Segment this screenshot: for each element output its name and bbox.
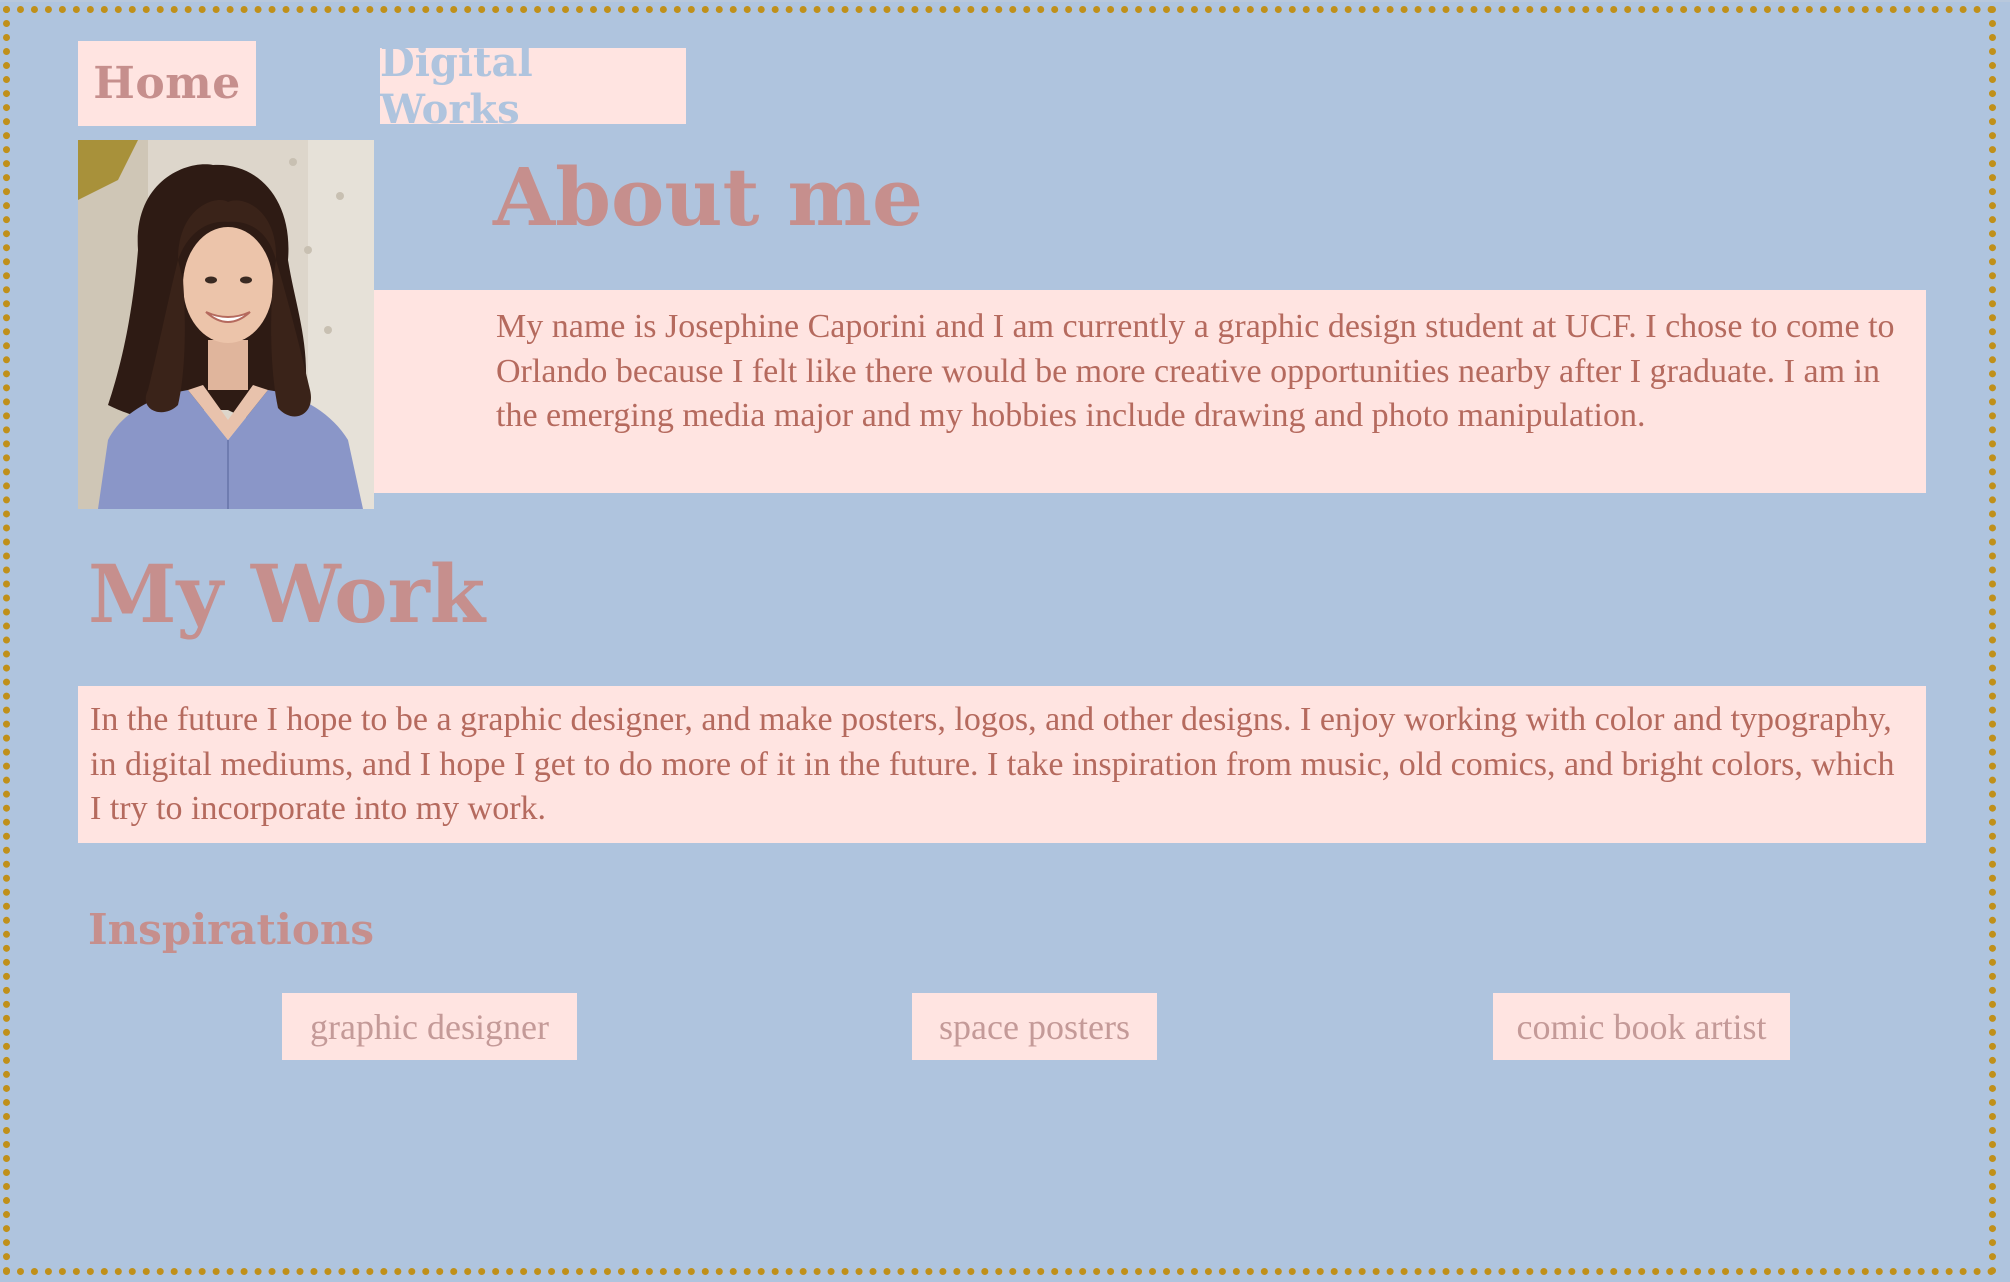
my-work-heading: My Work (88, 547, 486, 641)
nav-digital-works-link[interactable]: Digital Works (380, 39, 686, 133)
work-paragraph: In the future I hope to be a graphic des… (90, 701, 1895, 827)
inspiration-link-graphic-designer[interactable]: graphic designer (282, 993, 577, 1060)
about-text-box: My name is Josephine Caporini and I am c… (374, 290, 1926, 493)
nav-home-link[interactable]: Home (78, 41, 256, 126)
about-heading: About me (493, 150, 923, 244)
page: Home Digital Works About me My name is J… (0, 0, 2010, 1282)
inspirations-heading: Inspirations (88, 905, 375, 954)
about-paragraph: My name is Josephine Caporini and I am c… (496, 308, 1895, 434)
top-rule (0, 0, 2010, 2)
inspiration-link-space-posters[interactable]: space posters (912, 993, 1157, 1060)
inspiration-link-comic-book-artist[interactable]: comic book artist (1493, 993, 1790, 1060)
profile-photo (78, 140, 374, 509)
work-text-box: In the future I hope to be a graphic des… (78, 686, 1926, 843)
